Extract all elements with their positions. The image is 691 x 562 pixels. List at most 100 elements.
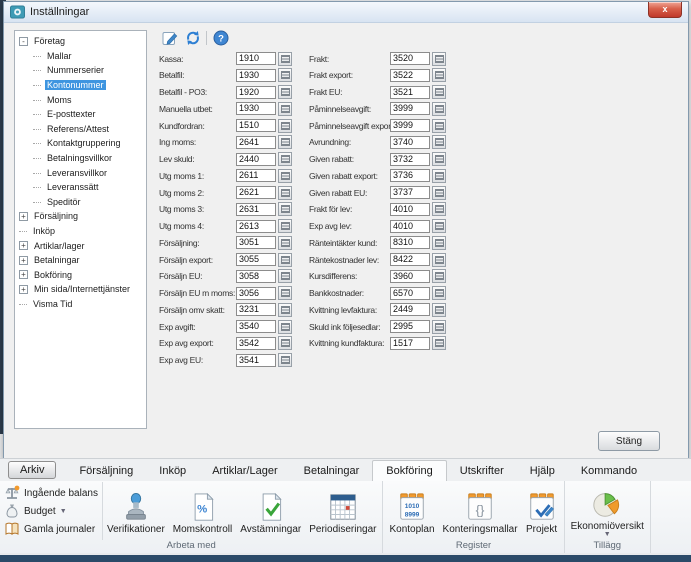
account-browse-button[interactable] [278, 236, 292, 250]
account-browse-button[interactable] [278, 119, 292, 133]
account-number-field[interactable]: 3055 [236, 253, 276, 266]
account-number-field[interactable]: 1517 [390, 337, 430, 350]
account-browse-button[interactable] [432, 186, 446, 200]
tree-item-visma-tid[interactable]: Visma Tid [15, 297, 146, 312]
account-browse-button[interactable] [278, 169, 292, 183]
quick-button-ingaende-balans[interactable]: Ingående balans [4, 485, 98, 502]
collapse-icon[interactable]: - [19, 37, 28, 46]
account-browse-button[interactable] [278, 52, 292, 66]
account-number-field[interactable]: 8310 [390, 236, 430, 249]
account-browse-button[interactable] [432, 320, 446, 334]
tree-item-nummerserier[interactable]: Nummerserier [29, 63, 146, 78]
ribbon-button-momskontroll[interactable]: %Momskontroll [169, 488, 236, 535]
refresh-icon[interactable] [184, 30, 201, 46]
tab-bokforing[interactable]: Bokföring [372, 460, 446, 481]
account-browse-button[interactable] [278, 152, 292, 166]
tab-arkiv[interactable]: Arkiv [8, 461, 56, 479]
expand-icon[interactable]: + [19, 256, 28, 265]
account-number-field[interactable]: 1930 [236, 102, 276, 115]
account-number-field[interactable]: 4010 [390, 220, 430, 233]
ribbon-button-ekonomioversikt[interactable]: Ekonomiöversikt▼ [567, 485, 648, 538]
account-number-field[interactable]: 3522 [390, 69, 430, 82]
account-number-field[interactable]: 2440 [236, 153, 276, 166]
dialog-titlebar[interactable]: Inställningar x [4, 2, 688, 23]
tree-item-leveransvillkor[interactable]: Leveransvillkor [29, 165, 146, 180]
account-number-field[interactable]: 3051 [236, 236, 276, 249]
account-browse-button[interactable] [432, 269, 446, 283]
tree-item-bokforing[interactable]: +Bokföring [15, 268, 146, 283]
account-browse-button[interactable] [432, 102, 446, 116]
account-number-field[interactable]: 2995 [390, 320, 430, 333]
tree-item-moms[interactable]: Moms [29, 92, 146, 107]
edit-icon[interactable] [162, 30, 179, 46]
account-browse-button[interactable] [278, 202, 292, 216]
account-number-field[interactable]: 3542 [236, 337, 276, 350]
account-number-field[interactable]: 3999 [390, 102, 430, 115]
help-icon[interactable]: ? [212, 30, 229, 46]
tab-forsaljning[interactable]: Försäljning [66, 461, 146, 481]
account-number-field[interactable]: 1910 [236, 52, 276, 65]
tab-hjalp[interactable]: Hjälp [517, 461, 568, 481]
account-browse-button[interactable] [432, 135, 446, 149]
expand-icon[interactable]: + [19, 270, 28, 279]
tree-item-e-posttexter[interactable]: E-posttexter [29, 107, 146, 122]
account-browse-button[interactable] [278, 353, 292, 367]
tree-item-forsaljning[interactable]: +Försäljning [15, 209, 146, 224]
account-number-field[interactable]: 3960 [390, 270, 430, 283]
account-browse-button[interactable] [432, 85, 446, 99]
account-browse-button[interactable] [432, 68, 446, 82]
account-browse-button[interactable] [432, 336, 446, 350]
account-number-field[interactable]: 3999 [390, 119, 430, 132]
account-number-field[interactable]: 3056 [236, 287, 276, 300]
tree-item-inkop[interactable]: Inköp [15, 224, 146, 239]
account-browse-button[interactable] [278, 186, 292, 200]
account-browse-button[interactable] [432, 303, 446, 317]
expand-icon[interactable]: + [19, 212, 28, 221]
account-number-field[interactable]: 3058 [236, 270, 276, 283]
account-browse-button[interactable] [432, 236, 446, 250]
account-browse-button[interactable] [278, 85, 292, 99]
ribbon-button-avstamningar[interactable]: Avstämningar [236, 488, 305, 535]
account-number-field[interactable]: 2613 [236, 220, 276, 233]
account-browse-button[interactable] [278, 303, 292, 317]
tree-item-kontonummer[interactable]: Kontonummer [29, 78, 146, 93]
account-number-field[interactable]: 3521 [390, 86, 430, 99]
account-number-field[interactable]: 3541 [236, 354, 276, 367]
tree-item-artiklar-lager[interactable]: +Artiklar/lager [15, 238, 146, 253]
account-number-field[interactable]: 2621 [236, 186, 276, 199]
account-browse-button[interactable] [432, 152, 446, 166]
tree-item-leveranssatt[interactable]: Leveranssätt [29, 180, 146, 195]
account-browse-button[interactable] [432, 286, 446, 300]
account-number-field[interactable]: 3737 [390, 186, 430, 199]
account-browse-button[interactable] [278, 219, 292, 233]
ribbon-button-periodiseringar[interactable]: Periodiseringar [305, 488, 380, 535]
ribbon-button-kontoplan[interactable]: 10108999Kontoplan [385, 488, 438, 535]
account-number-field[interactable]: 8422 [390, 253, 430, 266]
account-number-field[interactable]: 3740 [390, 136, 430, 149]
account-browse-button[interactable] [278, 286, 292, 300]
tab-betalningar[interactable]: Betalningar [291, 461, 373, 481]
account-browse-button[interactable] [432, 202, 446, 216]
account-browse-button[interactable] [278, 68, 292, 82]
tree-item-referens-attest[interactable]: Referens/Attest [29, 122, 146, 137]
account-browse-button[interactable] [432, 52, 446, 66]
account-number-field[interactable]: 1510 [236, 119, 276, 132]
tab-artiklar-lager[interactable]: Artiklar/Lager [199, 461, 290, 481]
tree-item-betalningar[interactable]: +Betalningar [15, 253, 146, 268]
expand-icon[interactable]: + [19, 241, 28, 250]
account-number-field[interactable]: 2449 [390, 303, 430, 316]
account-browse-button[interactable] [278, 135, 292, 149]
account-number-field[interactable]: 1920 [236, 86, 276, 99]
quick-button-budget[interactable]: Budget▼ [4, 503, 98, 520]
account-browse-button[interactable] [432, 119, 446, 133]
account-browse-button[interactable] [278, 269, 292, 283]
account-number-field[interactable]: 3736 [390, 169, 430, 182]
account-browse-button[interactable] [278, 253, 292, 267]
account-number-field[interactable]: 3732 [390, 153, 430, 166]
account-number-field[interactable]: 2631 [236, 203, 276, 216]
account-browse-button[interactable] [432, 253, 446, 267]
tree-item-foretag[interactable]: -Företag [15, 34, 146, 49]
account-browse-button[interactable] [278, 336, 292, 350]
tree-item-kontaktgruppering[interactable]: Kontaktgruppering [29, 136, 146, 151]
account-number-field[interactable]: 1930 [236, 69, 276, 82]
